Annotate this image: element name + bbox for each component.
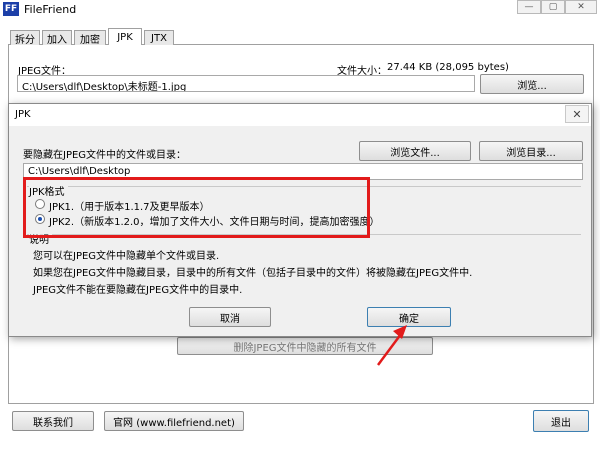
annotation-arrow (376, 325, 407, 366)
